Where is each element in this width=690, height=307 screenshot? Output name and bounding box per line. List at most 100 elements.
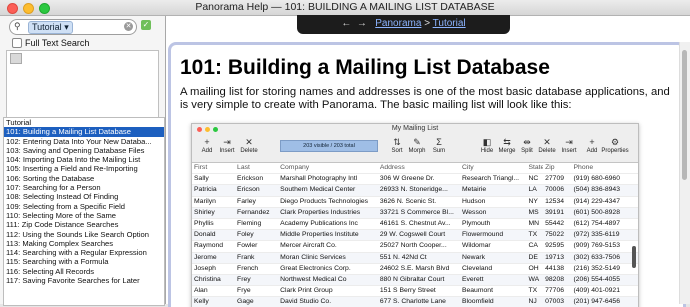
table-row: Patricia Ericson Southern Medical Center 26…: [192, 185, 638, 197]
content-scrollbar[interactable]: [679, 42, 690, 304]
toc-item[interactable]: 108: Selecting Instead Of Finding: [4, 192, 164, 201]
cell: State: [528, 164, 544, 171]
cell: LA: [528, 186, 537, 194]
back-arrow-icon[interactable]: ←: [341, 18, 351, 29]
clear-search-icon[interactable]: ✕: [124, 22, 133, 31]
cell: 29 W. Cogswell Court: [379, 231, 446, 239]
cell: 19713: [545, 253, 565, 261]
cell: 24602 S.E. Marsh Blvd: [379, 264, 450, 272]
toc-item[interactable]: 106: Sorting the Database: [4, 174, 164, 183]
cell: TX: [528, 287, 538, 295]
toc-item[interactable]: 102: Entering Data Into Your New Databa.…: [4, 137, 164, 146]
cell: Kelly: [194, 298, 209, 306]
cell: First: [194, 164, 208, 171]
cell: Joseph: [194, 264, 216, 272]
cell: Raymond: [194, 242, 224, 250]
toolbar-button-label: Sum: [432, 148, 446, 154]
article-card: 101: Building a Mailing List Database A …: [168, 42, 686, 307]
cell: Academy Publications Inc: [280, 219, 358, 227]
full-text-search-checkbox[interactable]: [12, 38, 22, 48]
breadcrumb: ← → Panorama > Tutorial: [297, 15, 510, 34]
cell: Address: [379, 164, 405, 171]
cell: 12534: [545, 197, 565, 205]
embedded-toolbar-button: Σ Sum: [424, 137, 454, 154]
table-row: Marilyn Farley Diego Products Technologies…: [192, 197, 638, 208]
toc-item[interactable]: 104: Importing Data Into the Mailing Lis…: [4, 155, 164, 164]
toc-item[interactable]: 113: Making Complex Searches: [4, 239, 164, 248]
cell: Frye: [237, 287, 251, 295]
toolbar-icon: ⚙: [610, 137, 620, 147]
cell: (409) 401-0921: [573, 287, 620, 295]
toc-item[interactable]: 114: Searching with a Regular Expression: [4, 248, 164, 257]
cell: Wesson: [461, 208, 487, 216]
embedded-toolbar-button: ✕ Delete: [234, 137, 264, 154]
breadcrumb-tutorial-link[interactable]: Tutorial: [433, 18, 466, 29]
toc-item[interactable]: 101: Building a Mailing List Database: [4, 127, 164, 137]
toc-item[interactable]: 107: Searching for a Person: [4, 183, 164, 192]
cell: OH: [528, 264, 539, 272]
toc-section-header[interactable]: Tutorial: [4, 118, 164, 127]
toolbar-icon: ✕: [245, 137, 253, 147]
cell: (504) 836-8943: [573, 186, 620, 194]
breadcrumb-separator: >: [424, 18, 431, 29]
toc-list[interactable]: Tutorial 101: Building a Mailing List Dat…: [3, 117, 165, 306]
toc-item[interactable]: 103: Saving and Opening Database Files: [4, 146, 164, 155]
data-sheet: First Last Company Address City State Zip Phone…: [192, 163, 638, 307]
window-title: Panorama Help — 101: BUILDING A MAILING …: [195, 1, 495, 13]
cell: NC: [528, 175, 539, 183]
full-text-search-option[interactable]: Full Text Search: [12, 38, 89, 48]
embedded-window-title: My Mailing List: [391, 125, 439, 132]
cell: Wildomar: [461, 242, 491, 250]
search-field[interactable]: ⚲ Tutorial ▾ ✕: [9, 19, 137, 35]
cell: Patricia: [194, 186, 217, 194]
window-titlebar: Panorama Help — 101: BUILDING A MAILING …: [0, 0, 690, 16]
table-row: Sally Erickson Marshall Photography Intl 30…: [192, 174, 638, 186]
toc-item[interactable]: 116: Selecting All Records: [4, 267, 164, 276]
table-row: Christina Frey Northwest Medical Co 880 N G…: [192, 274, 638, 287]
cell: Metairie: [461, 186, 487, 194]
page-title: 101: Building a Mailing List Database: [180, 56, 550, 79]
cell: Ericson: [237, 186, 260, 194]
toc-item[interactable]: 117: Saving Favorite Searches for Later: [4, 276, 164, 285]
full-text-search-label: Full Text Search: [25, 38, 90, 48]
cell: Fowler: [237, 242, 258, 250]
cell: Flowermound: [461, 231, 504, 239]
cell: TX: [528, 231, 538, 239]
toc-item[interactable]: 110: Selecting More of the Same: [4, 211, 164, 220]
cell: Last: [237, 164, 250, 171]
cell: 70006: [545, 186, 565, 194]
table-row: Shirley Fernandez Clark Properties Industr…: [192, 207, 638, 219]
toc-item[interactable]: 109: Selecting from a Specific Field: [4, 202, 164, 211]
search-token[interactable]: Tutorial ▾: [28, 21, 73, 34]
cell: Great Electronics Corp.: [280, 264, 351, 272]
cell: Everett: [461, 275, 484, 283]
cell: 26933 N. Stoneridge...: [379, 186, 448, 194]
cell: 3626 N. Scenic St.: [379, 197, 437, 205]
toc-item[interactable]: 105: Inserting a Field and Re-Importing: [4, 164, 164, 173]
cell: MN: [528, 219, 540, 227]
cell: 880 N Gibraltar Court: [379, 275, 445, 283]
cell: Mercer Aircraft Co.: [280, 242, 337, 250]
cell: Marilyn: [194, 197, 216, 205]
cell: Shirley: [194, 208, 215, 216]
embedded-toolbar: My Mailing List 203 visible / 203 total …: [192, 124, 638, 163]
cell: 33721 S Commerce Bl...: [379, 208, 454, 216]
cell: CA: [528, 242, 538, 250]
cell: Moran Clinic Services: [280, 253, 346, 261]
toc-item[interactable]: 112: Using the Sounds Like Search Option: [4, 230, 164, 239]
toc-item[interactable]: 115: Searching with a Formula: [4, 257, 164, 266]
forward-arrow-icon[interactable]: →: [357, 18, 367, 29]
cell: Clark Properties Industries: [280, 208, 361, 216]
breadcrumb-panorama-link[interactable]: Panorama: [375, 18, 421, 29]
content-scrollbar-thumb[interactable]: [682, 50, 687, 180]
toc-item[interactable]: 111: Zip Code Distance Searches: [4, 220, 164, 229]
cell: (919) 680-6960: [573, 175, 620, 183]
search-icon: ⚲: [14, 21, 21, 31]
toolbar-button-label: Delete: [240, 148, 258, 154]
cell: City: [461, 164, 474, 171]
cell: WA: [528, 275, 540, 283]
bookmark-icon[interactable]: ✓: [141, 20, 151, 30]
cell: Fernandez: [237, 208, 270, 216]
cell: 551 N. 42Nd Ct: [379, 253, 427, 261]
table-row: Donald Foley Middle Properties Institute 29…: [192, 230, 638, 242]
